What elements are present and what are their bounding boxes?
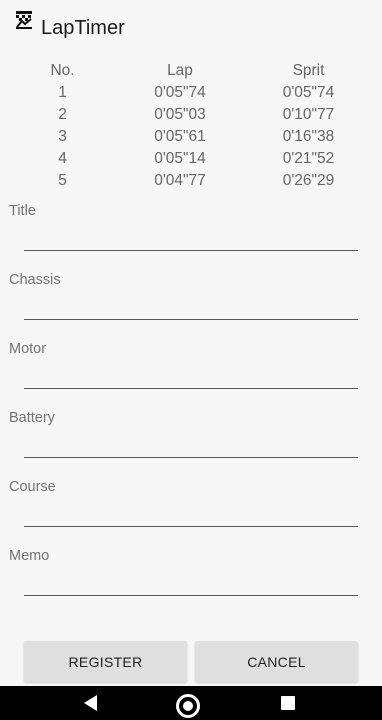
split-time: 0'10"77 xyxy=(282,106,335,123)
lap-row: 3 0'05"61 0'16"38 xyxy=(0,126,382,148)
split-time: 0'16"38 xyxy=(282,128,335,145)
memo-label: Memo xyxy=(9,548,50,564)
lap-number: 5 xyxy=(58,172,67,189)
cancel-button[interactable]: CANCEL xyxy=(195,641,358,682)
split-time: 0'05"74 xyxy=(282,84,335,101)
chassis-input[interactable] xyxy=(24,289,358,320)
header-sprit: Sprit xyxy=(292,62,325,79)
battery-input[interactable] xyxy=(24,427,358,458)
lap-time: 0'05"61 xyxy=(154,128,206,145)
title-label: Title xyxy=(9,203,36,219)
motor-label: Motor xyxy=(9,341,47,357)
lap-row: 4 0'05"14 0'21"52 xyxy=(0,148,382,170)
lap-number: 2 xyxy=(58,106,67,123)
split-time: 0'21"52 xyxy=(282,150,335,167)
stopwatch-flag-icon xyxy=(16,11,32,29)
lap-number: 3 xyxy=(58,128,67,145)
header-no: No. xyxy=(50,62,75,79)
lap-table: No. Lap Sprit 1 0'05"74 0'05"74 2 0'05"0… xyxy=(0,60,382,192)
lap-time: 0'05"03 xyxy=(154,106,206,123)
recents-square-icon[interactable] xyxy=(281,696,295,710)
course-input[interactable] xyxy=(24,496,358,527)
lap-table-header: No. Lap Sprit xyxy=(0,60,382,82)
memo-field-group: Memo xyxy=(0,547,382,616)
title-field-group: Title xyxy=(0,202,382,271)
back-triangle-icon[interactable] xyxy=(84,695,97,711)
course-field-group: Course xyxy=(0,478,382,547)
app-title: LapTimer xyxy=(41,17,125,39)
lap-number: 1 xyxy=(58,84,67,101)
motor-field-group: Motor xyxy=(0,340,382,409)
battery-label: Battery xyxy=(9,410,55,426)
header-lap: Lap xyxy=(167,62,193,79)
chassis-label: Chassis xyxy=(9,272,61,288)
title-input[interactable] xyxy=(24,220,358,251)
lap-time: 0'04"77 xyxy=(154,172,206,189)
memo-input[interactable] xyxy=(24,565,358,596)
lap-row: 5 0'04"77 0'26"29 xyxy=(0,170,382,192)
lap-number: 4 xyxy=(58,150,67,167)
split-time: 0'26"29 xyxy=(282,172,335,189)
lap-row: 1 0'05"74 0'05"74 xyxy=(0,82,382,104)
home-circle-icon[interactable] xyxy=(176,694,200,718)
home-dot xyxy=(183,701,193,711)
motor-input[interactable] xyxy=(24,358,358,389)
system-navigation-bar xyxy=(0,686,382,720)
chassis-field-group: Chassis xyxy=(0,271,382,340)
lap-time: 0'05"14 xyxy=(154,150,206,167)
lap-time: 0'05"74 xyxy=(154,84,206,101)
battery-field-group: Battery xyxy=(0,409,382,478)
register-button[interactable]: REGISTER xyxy=(24,641,187,682)
lap-row: 2 0'05"03 0'10"77 xyxy=(0,104,382,126)
course-label: Course xyxy=(9,479,56,495)
